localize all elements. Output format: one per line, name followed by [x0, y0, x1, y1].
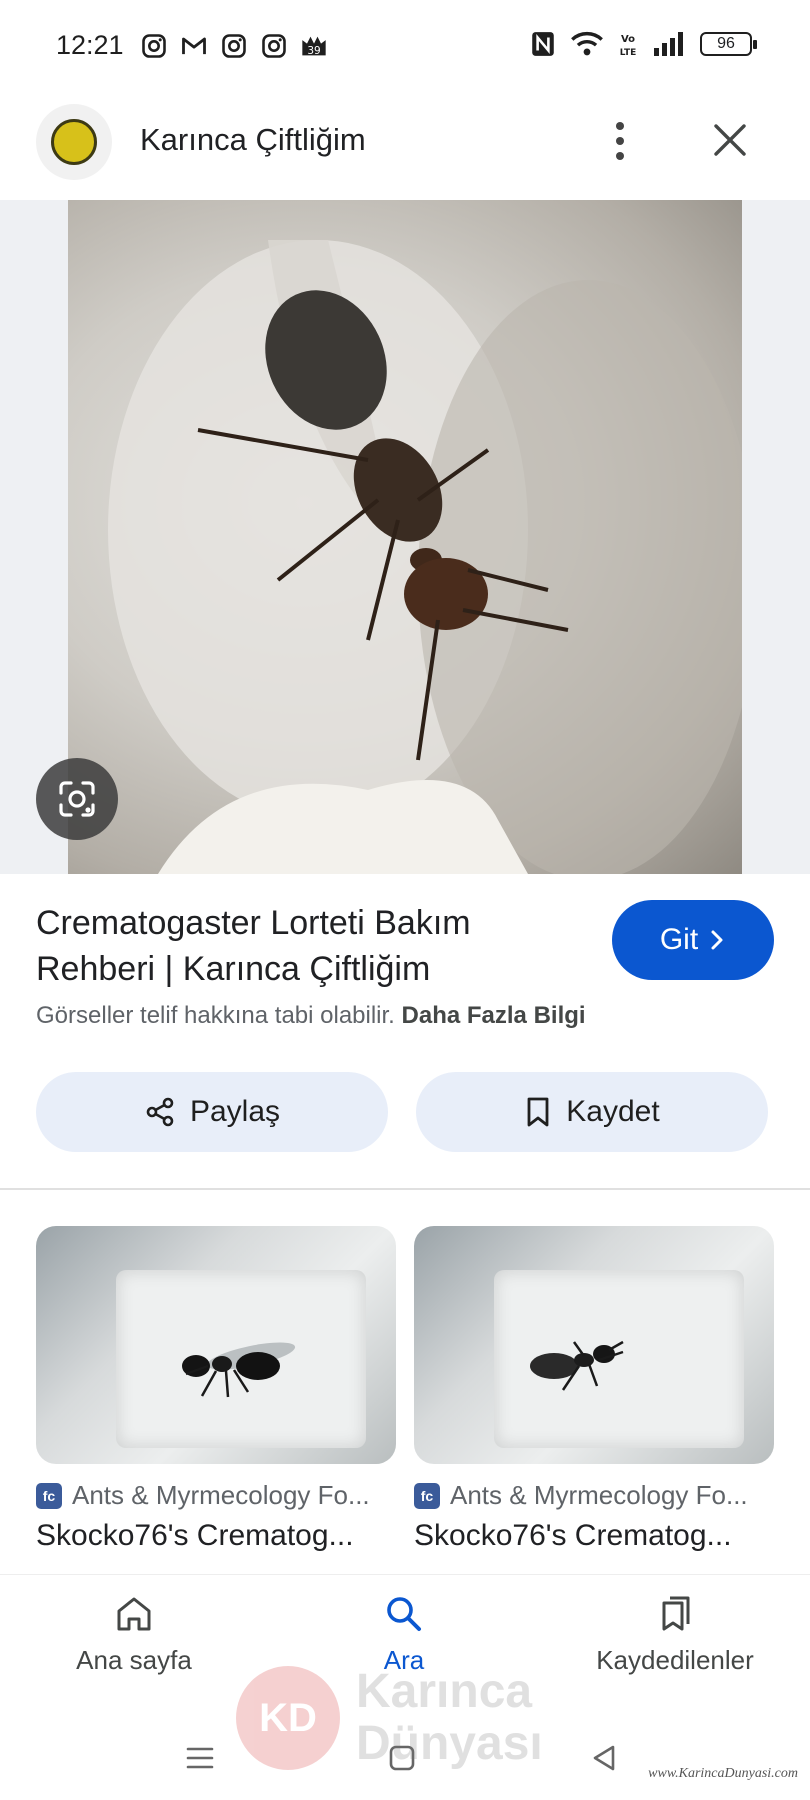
- watermark-line-2: Dünyası: [356, 1717, 543, 1770]
- saved-collections-icon: [662, 1596, 690, 1631]
- watermark-logo: KD: [236, 1666, 340, 1770]
- related-source-name: Ants & Myrmecology Fo...: [72, 1480, 370, 1510]
- gmail-icon: [182, 37, 206, 55]
- copyright-notice: Görseller telif hakkına tabi olabilir. D…: [36, 1002, 586, 1030]
- visit-button[interactable]: Git: [612, 900, 774, 980]
- forum-favicon: fc: [36, 1482, 62, 1509]
- share-icon: [146, 1097, 174, 1127]
- save-label: Kaydet: [566, 1095, 660, 1128]
- lens-button[interactable]: [36, 758, 118, 840]
- wifi-icon: [571, 32, 603, 56]
- nav-home-label: Ana sayfa: [76, 1645, 192, 1675]
- status-time: 12:21: [56, 30, 124, 60]
- related-source: fc Ants & Myrmecology Fo...: [414, 1480, 774, 1511]
- system-status-icons: Vo LTE 96: [530, 30, 757, 58]
- visit-label: Git: [659, 923, 699, 956]
- more-vert-icon: [616, 122, 624, 130]
- instagram-icon: [142, 34, 166, 58]
- more-info-link[interactable]: Daha Fazla Bilgi: [402, 1002, 586, 1029]
- main-image[interactable]: [68, 200, 742, 874]
- related-source: fc Ants & Myrmecology Fo...: [36, 1480, 396, 1511]
- bookmark-icon: [527, 1097, 549, 1127]
- watermark-url: www.KarincaDunyasi.com: [648, 1766, 798, 1781]
- related-source-name: Ants & Myrmecology Fo...: [450, 1480, 748, 1510]
- instagram-icon: [222, 34, 246, 58]
- related-card[interactable]: fc Ants & Myrmecology Fo... Skocko76's C…: [414, 1226, 774, 1553]
- related-thumbnail[interactable]: [36, 1226, 396, 1464]
- share-button[interactable]: Paylaş: [36, 1072, 388, 1152]
- result-info: Crematogaster Lorteti Bakım Rehberi | Ka…: [0, 874, 810, 1040]
- ant-photo: [108, 240, 742, 874]
- svg-text:LTE: LTE: [620, 48, 637, 58]
- ant-thumbnail-image: [530, 1340, 624, 1391]
- related-title[interactable]: Skocko76's Crematog...: [36, 1519, 396, 1553]
- source-header: Karınca Çiftliğim: [0, 92, 810, 200]
- image-viewer: [0, 200, 810, 874]
- battery-indicator: 96: [700, 32, 757, 56]
- nav-home[interactable]: Ana sayfa: [14, 1593, 254, 1676]
- close-button[interactable]: [706, 116, 754, 164]
- badge-39-icon: 39: [302, 36, 326, 57]
- instagram-icon: [262, 34, 286, 58]
- related-title[interactable]: Skocko76's Crematog...: [414, 1519, 774, 1553]
- forum-favicon: fc: [414, 1482, 440, 1509]
- site-logo-badge: [51, 119, 97, 165]
- volte-icon: Vo LTE: [620, 34, 637, 58]
- screen: 12:21 39 Vo LTE 96 Karınca Çiftliğim Cre…: [0, 0, 810, 1800]
- home-icon: [117, 1597, 151, 1631]
- related-images: fc Ants & Myrmecology Fo... Skocko76's C…: [0, 1226, 810, 1572]
- nav-search[interactable]: Ara: [284, 1593, 524, 1676]
- related-card[interactable]: fc Ants & Myrmecology Fo... Skocko76's C…: [36, 1226, 396, 1553]
- ant-thumbnail-image: [182, 1342, 296, 1398]
- notification-icons: 39: [140, 32, 328, 60]
- site-logo[interactable]: [36, 104, 112, 180]
- copyright-text: Görseller telif hakkına tabi olabilir.: [36, 1002, 395, 1029]
- share-label: Paylaş: [189, 1095, 281, 1128]
- recent-apps-button[interactable]: [182, 1740, 218, 1776]
- search-icon: [387, 1597, 421, 1631]
- status-bar: 12:21 39 Vo LTE 96: [0, 0, 810, 92]
- watermark: KD Karınca Dünyası: [236, 1666, 543, 1770]
- result-title[interactable]: Crematogaster Lorteti Bakım Rehberi | Ka…: [36, 900, 596, 992]
- watermark-line-1: Karınca: [356, 1665, 533, 1718]
- badge-count: 39: [307, 45, 320, 57]
- watermark-text: Karınca Dünyası: [356, 1666, 543, 1770]
- signal-icon: [654, 32, 683, 56]
- site-title[interactable]: Karınca Çiftliğim: [140, 122, 366, 158]
- back-button[interactable]: [586, 1740, 622, 1776]
- nav-saved[interactable]: Kaydedilenler: [555, 1593, 795, 1676]
- nav-saved-label: Kaydedilenler: [596, 1645, 754, 1675]
- more-options-button[interactable]: [600, 110, 640, 172]
- google-lens-icon: [59, 781, 95, 817]
- divider: [0, 1188, 810, 1190]
- action-buttons: Paylaş Kaydet: [0, 1070, 810, 1154]
- nfc-icon: [532, 32, 554, 56]
- related-thumbnail[interactable]: [414, 1226, 774, 1464]
- save-button[interactable]: Kaydet: [416, 1072, 768, 1152]
- chevron-right-icon: [711, 930, 723, 950]
- svg-text:Vo: Vo: [621, 34, 635, 45]
